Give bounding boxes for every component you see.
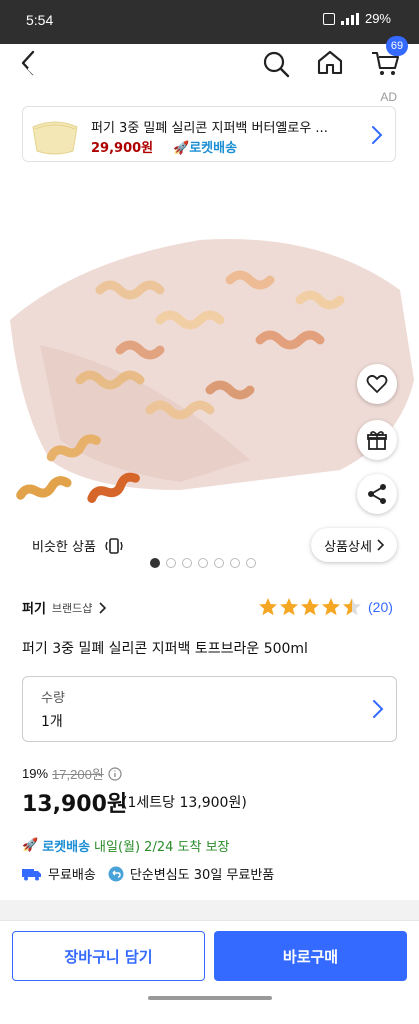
product-detail-label: 상품상세: [324, 539, 372, 555]
cart-count-badge: 69: [386, 36, 408, 56]
buy-now-button[interactable]: 바로구매: [214, 931, 407, 981]
pagination-dot[interactable]: [246, 558, 256, 568]
ad-banner[interactable]: 퍼기 3중 밀폐 실리콘 지퍼백 버터옐로우 ... 29,900원 🚀로켓배송: [22, 106, 396, 162]
sale-price: 13,900원: [22, 792, 128, 817]
gift-icon: [367, 431, 387, 450]
wishlist-button[interactable]: [357, 364, 397, 404]
status-bar: 5:54 29%: [0, 0, 419, 44]
brand-link[interactable]: 퍼기 브랜드샵: [22, 598, 107, 617]
review-count[interactable]: (20): [368, 599, 393, 615]
ad-price: 29,900원: [91, 141, 154, 156]
home-icon[interactable]: [316, 48, 344, 76]
ad-label: AD: [380, 90, 397, 104]
star-icon: [343, 598, 361, 616]
quantity-label: 수량: [41, 691, 65, 706]
top-bar: 69: [0, 36, 419, 100]
rocket-delivery-label: 로켓배송: [42, 840, 91, 855]
similar-products-link[interactable]: 비슷한 상품: [32, 536, 124, 555]
rating-stars: [259, 598, 361, 616]
vibrate-icon: [105, 537, 123, 554]
status-time: 5:54: [26, 12, 54, 28]
star-icon: [259, 598, 277, 616]
share-icon: [368, 484, 386, 504]
delivery-date: 내일(월) 2/24 도착 보장: [94, 840, 230, 855]
chevron-right-icon: [373, 700, 384, 718]
similar-products-label: 비슷한 상품: [32, 540, 96, 555]
quantity-selector[interactable]: 수량 1개: [22, 676, 397, 742]
info-icon[interactable]: [108, 766, 122, 781]
gift-button[interactable]: [357, 420, 397, 460]
truck-icon: [22, 868, 41, 880]
return-policy-label: 단순변심도 30일 무료반품: [129, 868, 275, 883]
add-to-cart-button[interactable]: 장바구니 담기: [12, 931, 205, 981]
brand-name: 퍼기: [22, 602, 46, 617]
bottom-action-bar: 장바구니 담기 바로구매: [0, 920, 419, 1000]
ad-thumbnail: [32, 121, 78, 155]
product-detail-button[interactable]: 상품상세: [311, 528, 397, 562]
discount-rate: 19%: [22, 766, 49, 781]
free-shipping-label: 무료배송: [48, 868, 96, 883]
pagination-dot[interactable]: [230, 558, 240, 568]
pagination-dot[interactable]: [214, 558, 224, 568]
star-icon: [301, 598, 319, 616]
original-price: 17,200원: [52, 767, 104, 782]
rating[interactable]: (20): [258, 597, 393, 617]
star-icon: [322, 598, 340, 616]
return-icon: [108, 866, 124, 881]
image-pagination: [150, 558, 256, 568]
delivery-info: 🚀 로켓배송 내일(월) 2/24 도착 보장: [22, 836, 230, 855]
product-screen: 5:54 29% 69 AD 퍼기 3중 밀폐 실리콘 지퍼백 버터옐로우 ..…: [0, 0, 419, 1024]
pagination-dot[interactable]: [182, 558, 192, 568]
discount-row: 19% 17,200원: [22, 764, 122, 783]
share-button[interactable]: [357, 474, 397, 514]
chevron-right-icon: [99, 601, 107, 614]
signal-icon: [340, 12, 359, 25]
product-title: 퍼기 3중 밀폐 실리콘 지퍼백 토프브라운 500ml: [22, 641, 308, 657]
pagination-dot[interactable]: [150, 558, 160, 568]
shipping-info: 무료배송 단순변심도 30일 무료반품: [22, 864, 274, 883]
ad-rocket-delivery: 🚀로켓배송: [173, 141, 238, 156]
product-image[interactable]: [0, 170, 419, 530]
quantity-value: 1개: [41, 714, 63, 730]
star-icon: [280, 598, 298, 616]
alarm-icon: [322, 12, 335, 25]
gesture-handle[interactable]: [148, 996, 272, 1000]
pagination-dot[interactable]: [198, 558, 208, 568]
battery-text: 29%: [364, 11, 391, 26]
search-icon[interactable]: [262, 50, 290, 78]
rocket-icon: 🚀: [22, 838, 39, 853]
ad-title: 퍼기 3중 밀폐 실리콘 지퍼백 버터옐로우 ...: [91, 121, 328, 136]
system-nav-bar: [0, 990, 419, 1024]
close-icon[interactable]: [26, 66, 48, 88]
pagination-dot[interactable]: [166, 558, 176, 568]
brand-shop-label: 브랜드샵: [51, 601, 93, 615]
status-icons: 29%: [322, 11, 391, 26]
chevron-right-icon: [372, 126, 383, 144]
section-divider: [0, 900, 419, 920]
unit-price: (1세트당 13,900원): [122, 795, 247, 811]
heart-icon: [366, 374, 388, 393]
chevron-right-icon: [377, 539, 384, 551]
